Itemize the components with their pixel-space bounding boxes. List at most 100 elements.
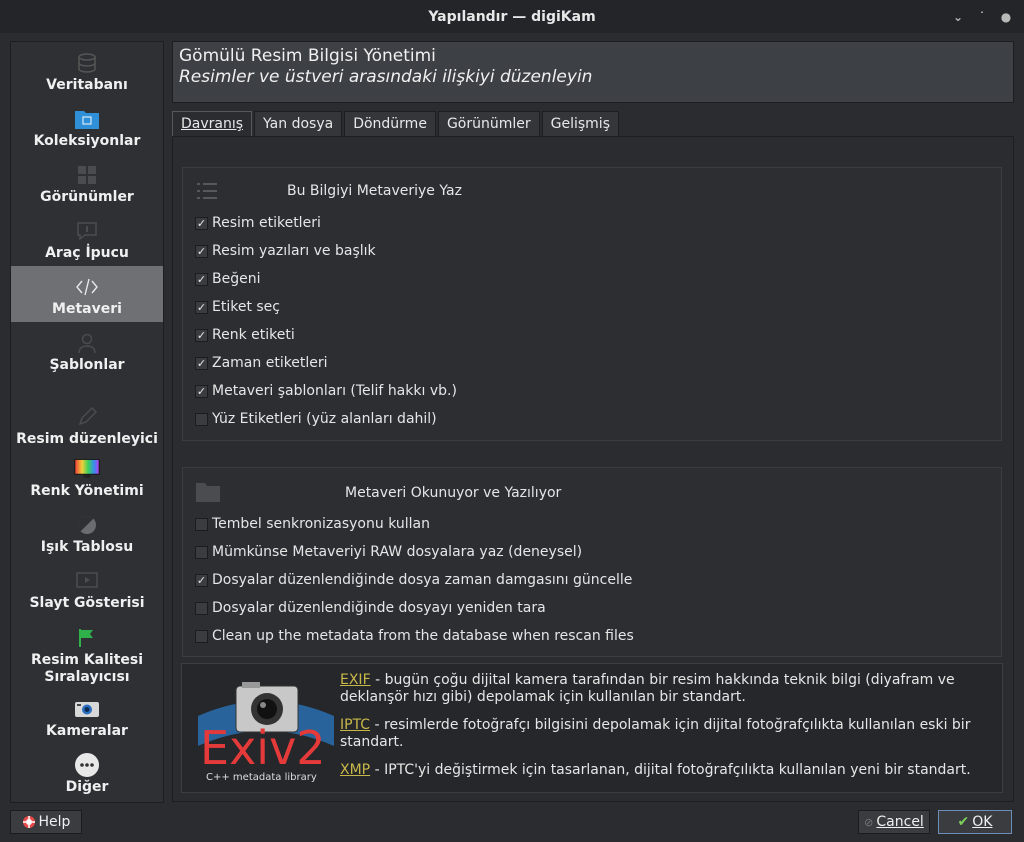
tab-advanced[interactable]: Gelişmiş: [541, 111, 619, 136]
checkmark-icon: ✔: [957, 814, 970, 830]
checkbox-face-tags[interactable]: Yüz Etiketleri (yüz alanları dahil): [195, 408, 437, 430]
tab-views[interactable]: Görünümler: [437, 111, 540, 136]
restore-icon[interactable]: ˙: [970, 10, 994, 24]
folder-icon: [74, 107, 100, 131]
checkbox[interactable]: ✓: [195, 244, 208, 258]
exif-link[interactable]: EXIF: [340, 672, 371, 688]
settings-sidebar: Veritabanı Koleksiyonlar Görünümler Araç…: [10, 41, 164, 803]
checkbox-label: Etiket seç: [212, 299, 280, 315]
minimize-icon[interactable]: ⌄: [946, 10, 970, 24]
sidebar-item-collections[interactable]: Koleksiyonlar: [11, 98, 163, 154]
checkbox-color-label[interactable]: ✓ Renk etiketi: [195, 324, 295, 346]
tab-label: Gelişmiş: [550, 116, 610, 132]
checkbox[interactable]: ✓: [195, 356, 208, 370]
sidebar-item-metadata[interactable]: Metaveri: [11, 266, 163, 322]
iptc-description: IPTC - resimlerde fotoğrafçı bilgisini d…: [340, 717, 990, 751]
sidebar-item-slideshow[interactable]: Slayt Gösterisi: [11, 560, 163, 616]
cancel-button[interactable]: ⊘ Cancel: [858, 810, 930, 834]
checkbox[interactable]: [195, 412, 208, 426]
close-icon[interactable]: ●: [994, 10, 1018, 24]
code-icon: [74, 275, 100, 299]
page-header: Gömülü Resim Bilgisi Yönetimi Resimler v…: [172, 41, 1014, 103]
checkbox[interactable]: ✓: [195, 573, 208, 587]
checkbox-timestamps[interactable]: ✓ Zaman etiketleri: [195, 352, 328, 374]
window-titlebar: Yapılandır — digiKam ⌄ ˙ ●: [0, 0, 1024, 33]
ok-label: OK: [972, 814, 993, 830]
sidebar-item-other[interactable]: Diğer: [11, 744, 163, 800]
exiv2-logo: Exiv2 C++ metadata library: [196, 676, 336, 786]
sidebar-item-database[interactable]: Veritabanı: [11, 42, 163, 98]
help-button[interactable]: Help: [10, 810, 82, 834]
checkbox-captions-title[interactable]: ✓ Resim yazıları ve başlık: [195, 240, 376, 262]
checkbox[interactable]: [195, 629, 208, 643]
tooltip-icon: [74, 219, 100, 243]
description-text: - bugün çoğu dijital kamera tarafından b…: [340, 672, 955, 705]
database-icon: [74, 51, 100, 75]
checkbox-label: Dosyalar düzenlendiğinde dosya zaman dam…: [212, 572, 633, 588]
xmp-link[interactable]: XMP: [340, 762, 370, 778]
checkbox[interactable]: ✓: [195, 328, 208, 342]
tab-sidecars[interactable]: Yan dosya: [254, 111, 343, 136]
cancel-label: Cancel: [876, 814, 924, 830]
sidebar-item-label: Kameralar: [46, 723, 128, 739]
sidebar-item-views[interactable]: Görünümler: [11, 154, 163, 210]
checkbox[interactable]: ✓: [195, 300, 208, 314]
description-text: - IPTC'yi değiştirmek için tasarlanan, d…: [370, 762, 971, 778]
sidebar-item-image-editor[interactable]: Resim düzenleyici: [11, 378, 163, 452]
checkbox-cleanup-db[interactable]: Clean up the metadata from the database …: [195, 625, 634, 647]
xmp-description: XMP - IPTC'yi değiştirmek için tasarlana…: [340, 762, 990, 779]
checkbox[interactable]: [195, 545, 208, 559]
group-title: Metaveri Okunuyor ve Yazılıyor: [345, 485, 562, 501]
checkbox[interactable]: [195, 601, 208, 615]
write-metadata-group: Bu Bilgiyi Metaveriye Yaz ✓ Resim etiketl…: [182, 167, 1002, 441]
tab-rotation[interactable]: Döndürme: [344, 111, 436, 136]
checkbox-label: Resim etiketleri: [212, 215, 321, 231]
sidebar-item-tooltip[interactable]: Araç İpucu: [11, 210, 163, 266]
sidebar-item-label: Araç İpucu: [45, 245, 129, 261]
sidebar-item-quality-sorter[interactable]: Resim Kalitesi Sıralayıcısı: [11, 616, 163, 690]
checkbox[interactable]: ✓: [195, 216, 208, 230]
more-icon: [74, 753, 100, 777]
sidebar-item-color-management[interactable]: Renk Yönetimi: [11, 452, 163, 504]
folder-outline-icon: [195, 480, 221, 508]
page-title: Gömülü Resim Bilgisi Yönetimi: [179, 46, 436, 66]
logo-wordmark: Exiv2: [200, 721, 326, 775]
checkbox-pick-label[interactable]: ✓ Etiket seç: [195, 296, 280, 318]
sidebar-item-label: Metaveri: [52, 301, 122, 317]
checkbox-rating[interactable]: ✓ Beğeni: [195, 268, 260, 290]
checkbox-update-timestamp[interactable]: ✓ Dosyalar düzenlendiğinde dosya zaman da…: [195, 569, 632, 591]
sidebar-item-cameras[interactable]: Kameralar: [11, 690, 163, 744]
sidebar-item-templates[interactable]: Şablonlar: [11, 322, 163, 378]
sidebar-item-label: Resim Kalitesi Sıralayıcısı: [30, 652, 144, 685]
checkbox-write-raw[interactable]: Mümkünse Metaveriyi RAW dosyalara yaz (d…: [195, 541, 582, 563]
checkbox[interactable]: ✓: [195, 384, 208, 398]
checkbox-label: Metaveri şablonları (Telif hakkı vb.): [212, 383, 457, 399]
ok-button[interactable]: ✔ OK: [938, 810, 1012, 834]
checkbox-metadata-templates[interactable]: ✓ Metaveri şablonları (Telif hakkı vb.): [195, 380, 457, 402]
description-text: - resimlerde fotoğrafçı bilgisini depola…: [340, 717, 971, 750]
tab-pane-behavior: Bu Bilgiyi Metaveriye Yaz ✓ Resim etiketl…: [172, 136, 1014, 802]
exif-description: EXIF - bugün çoğu dijital kamera tarafın…: [340, 672, 990, 706]
checkbox-lazy-sync[interactable]: Tembel senkronizasyonu kullan: [195, 513, 430, 535]
metadata-info-box: Exiv2 C++ metadata library EXIF - bugün …: [181, 663, 1003, 793]
checkbox-label: Resim yazıları ve başlık: [212, 243, 376, 259]
tab-bar: Davranış Yan dosya Döndürme Görünümler G…: [172, 111, 621, 136]
checkbox[interactable]: [195, 517, 208, 531]
sidebar-item-label: Diğer: [65, 779, 109, 795]
list-icon: [195, 180, 219, 208]
checkbox-label: Renk etiketi: [212, 327, 295, 343]
page-subtitle: Resimler ve üstveri arasındaki ilişkiyi …: [179, 67, 593, 87]
tab-behavior[interactable]: Davranış: [172, 111, 253, 136]
checkbox[interactable]: ✓: [195, 272, 208, 286]
read-write-metadata-group: Metaveri Okunuyor ve Yazılıyor Tembel se…: [182, 467, 1002, 657]
checkbox-label: Clean up the metadata from the database …: [212, 628, 634, 644]
checkbox-label: Yüz Etiketleri (yüz alanları dahil): [212, 411, 437, 427]
sidebar-item-label: Işık Tablosu: [40, 539, 134, 555]
grid-icon: [74, 163, 100, 187]
checkbox-rescan-file[interactable]: Dosyalar düzenlendiğinde dosyayı yeniden…: [195, 597, 546, 619]
checkbox-image-tags[interactable]: ✓ Resim etiketleri: [195, 212, 321, 234]
window-title: Yapılandır — digiKam: [428, 8, 596, 25]
cancel-icon: ⊘: [864, 815, 874, 829]
sidebar-item-light-table[interactable]: Işık Tablosu: [11, 504, 163, 560]
iptc-link[interactable]: IPTC: [340, 717, 370, 733]
